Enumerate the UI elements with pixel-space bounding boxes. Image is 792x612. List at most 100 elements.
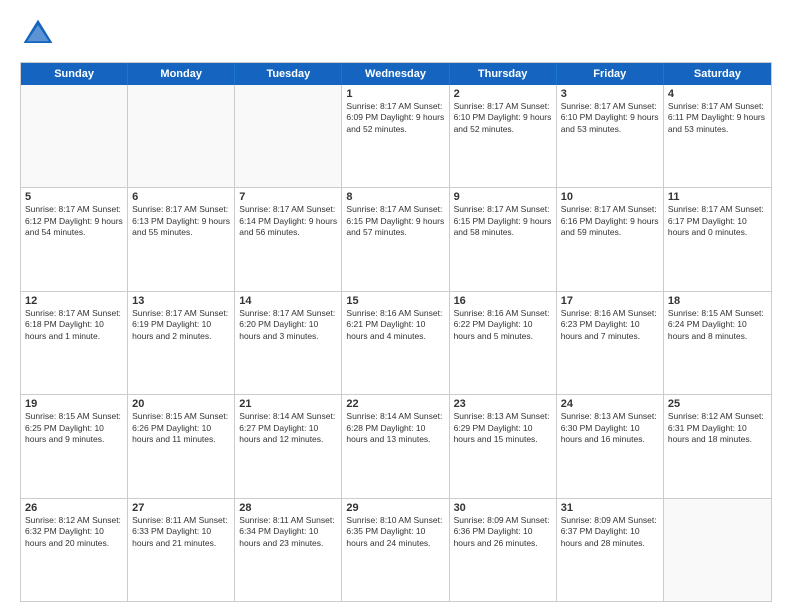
calendar-row-3: 19Sunrise: 8:15 AM Sunset: 6:25 PM Dayli… [21, 394, 771, 497]
day-info: Sunrise: 8:11 AM Sunset: 6:33 PM Dayligh… [132, 515, 230, 549]
calendar-cell-day-13: 13Sunrise: 8:17 AM Sunset: 6:19 PM Dayli… [128, 292, 235, 394]
day-number: 29 [346, 502, 444, 514]
calendar-cell-day-18: 18Sunrise: 8:15 AM Sunset: 6:24 PM Dayli… [664, 292, 771, 394]
weekday-header-tuesday: Tuesday [235, 63, 342, 85]
day-info: Sunrise: 8:16 AM Sunset: 6:21 PM Dayligh… [346, 308, 444, 342]
calendar-cell-day-16: 16Sunrise: 8:16 AM Sunset: 6:22 PM Dayli… [450, 292, 557, 394]
calendar-cell-empty [664, 499, 771, 601]
day-number: 19 [25, 398, 123, 410]
day-number: 16 [454, 295, 552, 307]
calendar-cell-empty [235, 85, 342, 187]
day-info: Sunrise: 8:14 AM Sunset: 6:27 PM Dayligh… [239, 411, 337, 445]
calendar-row-0: 1Sunrise: 8:17 AM Sunset: 6:09 PM Daylig… [21, 85, 771, 187]
calendar-cell-day-23: 23Sunrise: 8:13 AM Sunset: 6:29 PM Dayli… [450, 395, 557, 497]
header [20, 16, 772, 52]
day-number: 9 [454, 191, 552, 203]
day-info: Sunrise: 8:10 AM Sunset: 6:35 PM Dayligh… [346, 515, 444, 549]
logo-icon [20, 16, 56, 52]
day-number: 24 [561, 398, 659, 410]
day-number: 25 [668, 398, 767, 410]
calendar-cell-day-21: 21Sunrise: 8:14 AM Sunset: 6:27 PM Dayli… [235, 395, 342, 497]
day-info: Sunrise: 8:17 AM Sunset: 6:20 PM Dayligh… [239, 308, 337, 342]
day-info: Sunrise: 8:17 AM Sunset: 6:15 PM Dayligh… [346, 204, 444, 238]
day-number: 1 [346, 88, 444, 100]
calendar-cell-day-30: 30Sunrise: 8:09 AM Sunset: 6:36 PM Dayli… [450, 499, 557, 601]
day-number: 4 [668, 88, 767, 100]
day-info: Sunrise: 8:13 AM Sunset: 6:30 PM Dayligh… [561, 411, 659, 445]
calendar-cell-day-29: 29Sunrise: 8:10 AM Sunset: 6:35 PM Dayli… [342, 499, 449, 601]
calendar-cell-day-22: 22Sunrise: 8:14 AM Sunset: 6:28 PM Dayli… [342, 395, 449, 497]
day-info: Sunrise: 8:17 AM Sunset: 6:10 PM Dayligh… [561, 101, 659, 135]
calendar-cell-day-9: 9Sunrise: 8:17 AM Sunset: 6:15 PM Daylig… [450, 188, 557, 290]
day-info: Sunrise: 8:14 AM Sunset: 6:28 PM Dayligh… [346, 411, 444, 445]
day-info: Sunrise: 8:17 AM Sunset: 6:13 PM Dayligh… [132, 204, 230, 238]
day-number: 30 [454, 502, 552, 514]
day-number: 3 [561, 88, 659, 100]
day-number: 2 [454, 88, 552, 100]
day-number: 5 [25, 191, 123, 203]
logo [20, 16, 60, 52]
day-info: Sunrise: 8:17 AM Sunset: 6:14 PM Dayligh… [239, 204, 337, 238]
day-info: Sunrise: 8:17 AM Sunset: 6:15 PM Dayligh… [454, 204, 552, 238]
calendar-cell-day-15: 15Sunrise: 8:16 AM Sunset: 6:21 PM Dayli… [342, 292, 449, 394]
calendar-cell-day-6: 6Sunrise: 8:17 AM Sunset: 6:13 PM Daylig… [128, 188, 235, 290]
day-info: Sunrise: 8:17 AM Sunset: 6:18 PM Dayligh… [25, 308, 123, 342]
calendar-cell-day-14: 14Sunrise: 8:17 AM Sunset: 6:20 PM Dayli… [235, 292, 342, 394]
day-number: 8 [346, 191, 444, 203]
calendar-cell-day-17: 17Sunrise: 8:16 AM Sunset: 6:23 PM Dayli… [557, 292, 664, 394]
day-info: Sunrise: 8:17 AM Sunset: 6:09 PM Dayligh… [346, 101, 444, 135]
weekday-header-wednesday: Wednesday [342, 63, 449, 85]
day-number: 23 [454, 398, 552, 410]
day-info: Sunrise: 8:09 AM Sunset: 6:36 PM Dayligh… [454, 515, 552, 549]
calendar-cell-day-31: 31Sunrise: 8:09 AM Sunset: 6:37 PM Dayli… [557, 499, 664, 601]
day-number: 31 [561, 502, 659, 514]
day-info: Sunrise: 8:17 AM Sunset: 6:12 PM Dayligh… [25, 204, 123, 238]
calendar-cell-day-24: 24Sunrise: 8:13 AM Sunset: 6:30 PM Dayli… [557, 395, 664, 497]
calendar-cell-day-4: 4Sunrise: 8:17 AM Sunset: 6:11 PM Daylig… [664, 85, 771, 187]
day-number: 22 [346, 398, 444, 410]
day-info: Sunrise: 8:17 AM Sunset: 6:19 PM Dayligh… [132, 308, 230, 342]
calendar-row-1: 5Sunrise: 8:17 AM Sunset: 6:12 PM Daylig… [21, 187, 771, 290]
calendar-cell-day-5: 5Sunrise: 8:17 AM Sunset: 6:12 PM Daylig… [21, 188, 128, 290]
day-number: 10 [561, 191, 659, 203]
day-info: Sunrise: 8:16 AM Sunset: 6:23 PM Dayligh… [561, 308, 659, 342]
calendar-cell-day-12: 12Sunrise: 8:17 AM Sunset: 6:18 PM Dayli… [21, 292, 128, 394]
calendar: SundayMondayTuesdayWednesdayThursdayFrid… [20, 62, 772, 602]
calendar-cell-day-19: 19Sunrise: 8:15 AM Sunset: 6:25 PM Dayli… [21, 395, 128, 497]
calendar-cell-day-25: 25Sunrise: 8:12 AM Sunset: 6:31 PM Dayli… [664, 395, 771, 497]
calendar-cell-day-7: 7Sunrise: 8:17 AM Sunset: 6:14 PM Daylig… [235, 188, 342, 290]
calendar-cell-day-27: 27Sunrise: 8:11 AM Sunset: 6:33 PM Dayli… [128, 499, 235, 601]
day-info: Sunrise: 8:17 AM Sunset: 6:17 PM Dayligh… [668, 204, 767, 238]
day-info: Sunrise: 8:11 AM Sunset: 6:34 PM Dayligh… [239, 515, 337, 549]
day-number: 26 [25, 502, 123, 514]
weekday-header-thursday: Thursday [450, 63, 557, 85]
weekday-header-monday: Monday [128, 63, 235, 85]
day-info: Sunrise: 8:12 AM Sunset: 6:32 PM Dayligh… [25, 515, 123, 549]
calendar-row-2: 12Sunrise: 8:17 AM Sunset: 6:18 PM Dayli… [21, 291, 771, 394]
calendar-cell-day-10: 10Sunrise: 8:17 AM Sunset: 6:16 PM Dayli… [557, 188, 664, 290]
calendar-cell-day-11: 11Sunrise: 8:17 AM Sunset: 6:17 PM Dayli… [664, 188, 771, 290]
day-info: Sunrise: 8:15 AM Sunset: 6:24 PM Dayligh… [668, 308, 767, 342]
calendar-cell-day-28: 28Sunrise: 8:11 AM Sunset: 6:34 PM Dayli… [235, 499, 342, 601]
day-number: 18 [668, 295, 767, 307]
day-number: 27 [132, 502, 230, 514]
day-number: 12 [25, 295, 123, 307]
day-number: 20 [132, 398, 230, 410]
calendar-cell-day-3: 3Sunrise: 8:17 AM Sunset: 6:10 PM Daylig… [557, 85, 664, 187]
day-info: Sunrise: 8:12 AM Sunset: 6:31 PM Dayligh… [668, 411, 767, 445]
day-info: Sunrise: 8:17 AM Sunset: 6:11 PM Dayligh… [668, 101, 767, 135]
calendar-cell-day-26: 26Sunrise: 8:12 AM Sunset: 6:32 PM Dayli… [21, 499, 128, 601]
day-info: Sunrise: 8:15 AM Sunset: 6:26 PM Dayligh… [132, 411, 230, 445]
day-number: 17 [561, 295, 659, 307]
day-number: 13 [132, 295, 230, 307]
day-info: Sunrise: 8:15 AM Sunset: 6:25 PM Dayligh… [25, 411, 123, 445]
day-info: Sunrise: 8:17 AM Sunset: 6:16 PM Dayligh… [561, 204, 659, 238]
day-number: 28 [239, 502, 337, 514]
calendar-body: 1Sunrise: 8:17 AM Sunset: 6:09 PM Daylig… [21, 85, 771, 601]
day-number: 7 [239, 191, 337, 203]
calendar-cell-day-8: 8Sunrise: 8:17 AM Sunset: 6:15 PM Daylig… [342, 188, 449, 290]
day-number: 15 [346, 295, 444, 307]
day-info: Sunrise: 8:09 AM Sunset: 6:37 PM Dayligh… [561, 515, 659, 549]
weekday-header-saturday: Saturday [664, 63, 771, 85]
calendar-cell-day-2: 2Sunrise: 8:17 AM Sunset: 6:10 PM Daylig… [450, 85, 557, 187]
